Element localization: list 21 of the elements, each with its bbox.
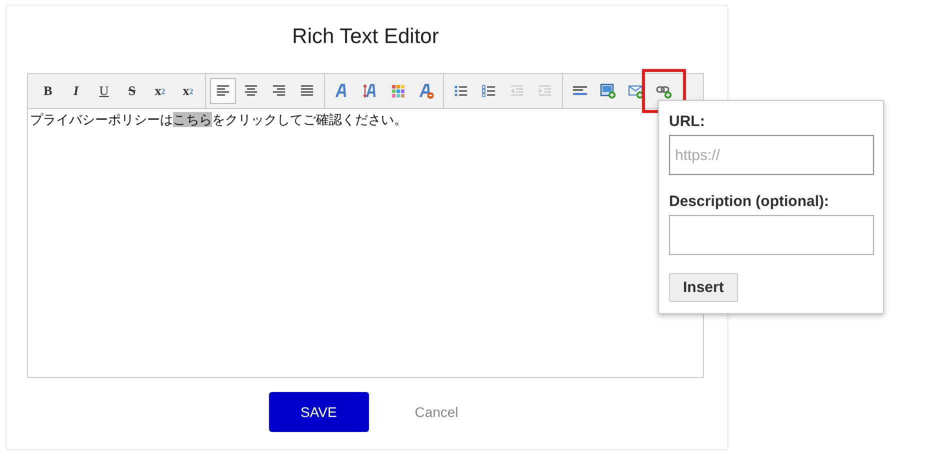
strikethrough-button[interactable]: S <box>119 78 145 104</box>
underline-button[interactable]: U <box>91 78 117 104</box>
envelope-icon <box>628 83 644 99</box>
image-icon <box>600 83 616 99</box>
clear-format-icon <box>418 83 434 99</box>
url-field[interactable]: https:// <box>669 135 874 175</box>
editor-text[interactable]: プライバシーポリシーはこちら をクリックしてご確認ください。 <box>28 109 409 131</box>
bullet-list-icon <box>453 83 469 99</box>
url-label: URL: <box>669 113 706 130</box>
cancel-button[interactable]: Cancel <box>410 400 462 424</box>
color-grid-icon <box>390 83 406 99</box>
dialog-title: Rich Text Editor <box>292 25 439 49</box>
description-label: Description (optional): <box>669 193 830 210</box>
save-button[interactable]: SAVE <box>268 392 369 432</box>
font-size-icon <box>362 83 378 99</box>
numbered-list-icon <box>481 83 497 99</box>
italic-button[interactable]: I <box>63 78 89 104</box>
description-field[interactable] <box>669 215 874 255</box>
bold-button[interactable]: B <box>35 78 61 104</box>
insert-button[interactable]: Insert <box>669 273 738 302</box>
align-left-button[interactable] <box>210 78 236 104</box>
